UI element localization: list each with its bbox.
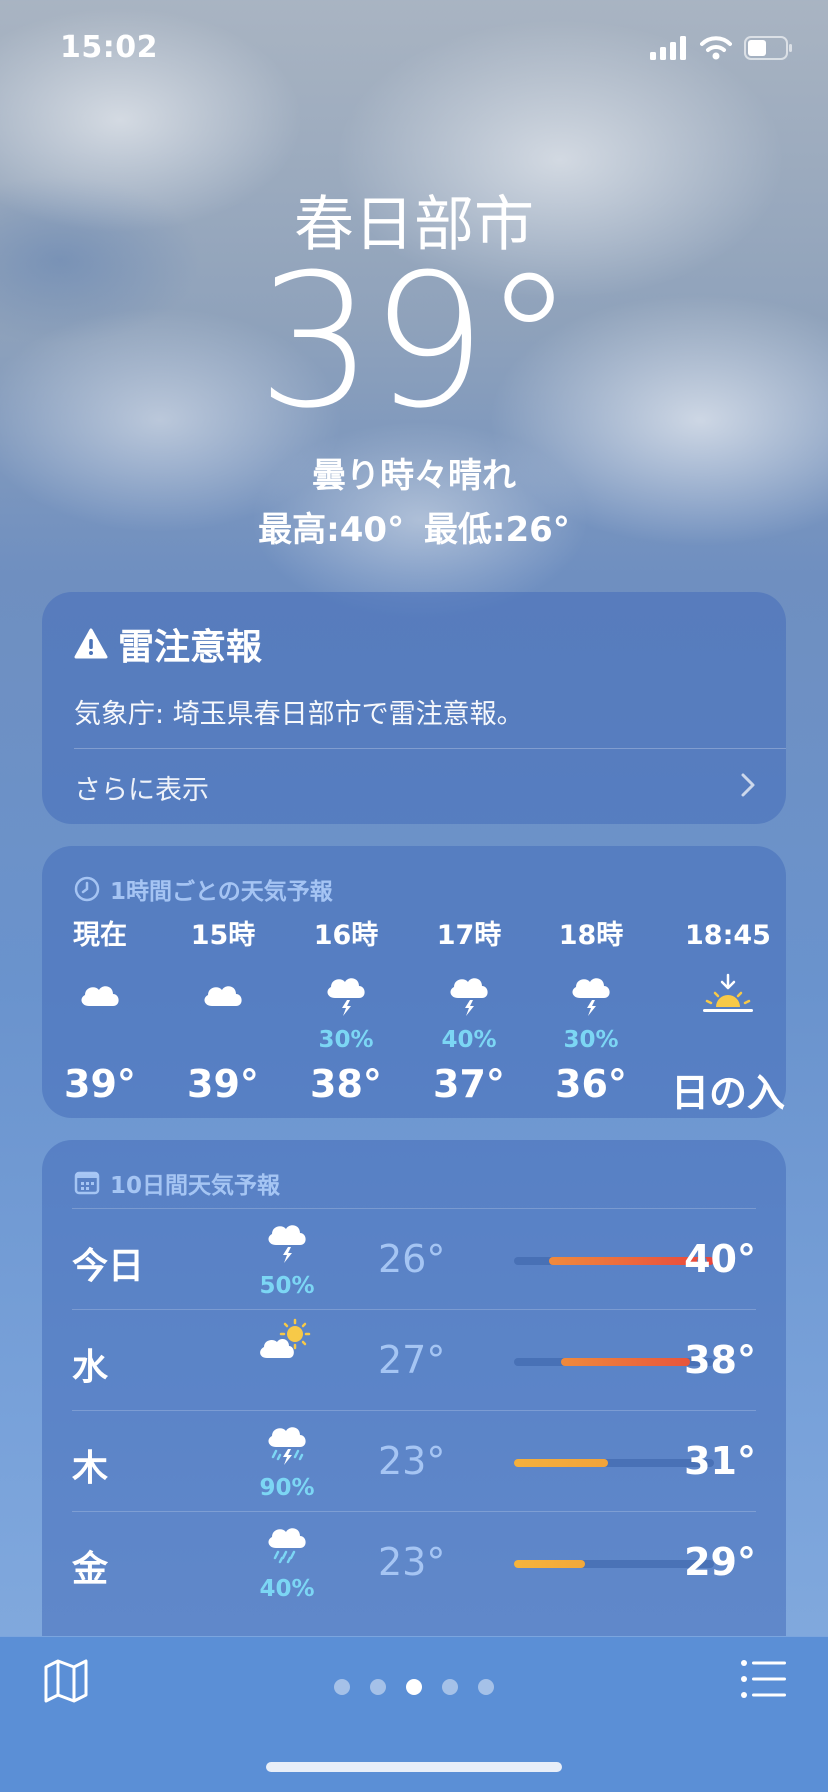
temp-range-fill [514,1459,609,1467]
status-time: 15:02 [60,30,158,65]
hourly-list[interactable]: 現在 39° 15時 39° 16時 30% 38° 17時 40% 37° 18時 30% 36° 18… [42,916,786,1116]
signal-icon [650,36,686,60]
day-name: 今日 [72,1246,145,1287]
hour-item: 17時 40% 37° [409,916,529,1106]
day-high-temp: 38° [684,1338,756,1382]
alert-title-row: 雷注意報 [74,618,262,670]
hour-temperature: 39° [187,1062,259,1106]
calendar-icon [74,1171,100,1195]
alert-text: 気象庁: 埼玉県春日部市で雷注意報。 [74,699,524,730]
hour-precipitation: 30% [318,1027,374,1053]
day-high-temp: 31° [684,1439,756,1483]
temp-range-fill [514,1560,585,1568]
thunder-cloud-icon: 50% [252,1217,322,1299]
list-icon[interactable] [740,1659,786,1699]
day-low-temp: 26° [378,1237,446,1281]
alert-divider [74,748,786,749]
hour-precipitation [163,1026,283,1054]
current-temperature: 39° [256,235,575,449]
daily-header: 10日間天気予報 [74,1166,280,1200]
hour-label: 18:45 [685,920,771,951]
day-high-temp: 40° [684,1237,756,1281]
hour-temperature: 39° [64,1062,136,1106]
day-low-temp: 23° [378,1540,446,1584]
day-precipitation: 50% [259,1273,315,1299]
daily-row[interactable]: 水 27° 38° [72,1309,756,1409]
hourly-header: 1時間ごとの天気予報 [74,872,333,906]
hour-precipitation [42,1026,160,1054]
hour-item: 現在 39° [42,916,160,1106]
hour-item: 18時 30% 36° [531,916,651,1106]
hour-temperature: 日の入 [670,1071,785,1115]
hour-label: 現在 [73,920,127,951]
day-low-temp: 27° [378,1338,446,1382]
daily-row[interactable]: 木 90% 23° 31° [72,1410,756,1510]
page-dot[interactable] [442,1679,458,1695]
hour-item: 18:45 日の入 [668,916,786,1116]
temp-range-fill [561,1358,691,1366]
page-dot[interactable] [478,1679,494,1695]
cloud-icon [42,966,160,1026]
hour-item: 16時 30% 38° [286,916,406,1106]
hourly-forecast-card[interactable]: 1時間ごとの天気予報 現在 39° 15時 39° 16時 30% 38° 17時 40% 37°… [42,846,786,1118]
condition-text: 曇り時々晴れ [312,456,516,496]
day-name: 金 [72,1549,109,1590]
thunder-rain-icon: 90% [252,1419,322,1501]
page-dot[interactable] [334,1679,350,1695]
day-precipitation: 90% [259,1475,315,1501]
daily-row[interactable]: 金 40% 23° 29° [72,1511,756,1611]
hour-item: 15時 39° [163,916,283,1106]
page-dot[interactable] [370,1679,386,1695]
day-name: 木 [72,1448,109,1489]
alert-title: 雷注意報 [118,627,263,668]
hour-label: 18時 [558,920,624,951]
hour-temperature: 38° [310,1062,382,1106]
daily-row[interactable]: 今日 50% 26° 40° [72,1208,756,1308]
clock-icon [74,876,100,902]
warning-icon [74,628,108,659]
hour-temperature: 36° [555,1062,627,1106]
cloud-icon [163,966,283,1026]
thunder-cloud-icon [409,966,529,1026]
hour-label: 16時 [313,920,379,951]
battery-icon [744,36,792,60]
day-high-temp: 29° [684,1540,756,1584]
high-low-text: 最高:40° 最低:26° [258,510,570,550]
rain-cloud-icon: 40% [252,1520,322,1602]
sunset-icon [668,966,786,1026]
hour-precipitation: 30% [563,1027,619,1053]
hour-precipitation: 40% [441,1027,497,1053]
show-more-link[interactable]: さらに表示 [74,768,209,807]
hour-label: 15時 [190,920,256,951]
status-icons [650,36,794,60]
thunder-cloud-icon [286,966,406,1026]
thunder-cloud-icon [531,966,651,1026]
hour-label: 17時 [436,920,502,951]
page-indicator[interactable] [0,1679,828,1695]
hour-precipitation [668,1026,786,1054]
hourly-header-label: 1時間ごとの天気予報 [110,879,333,905]
chevron-right-icon[interactable] [740,772,756,798]
page-dot[interactable] [406,1679,422,1695]
day-name: 水 [72,1347,109,1388]
partly-sunny-icon [252,1318,322,1366]
day-low-temp: 23° [378,1439,446,1483]
daily-header-label: 10日間天気予報 [110,1173,281,1199]
wifi-icon [700,36,732,60]
hour-temperature: 37° [433,1062,505,1106]
home-indicator[interactable] [266,1762,562,1772]
alert-card[interactable]: 雷注意報 気象庁: 埼玉県春日部市で雷注意報。 さらに表示 [42,592,786,824]
day-precipitation: 40% [259,1576,315,1602]
